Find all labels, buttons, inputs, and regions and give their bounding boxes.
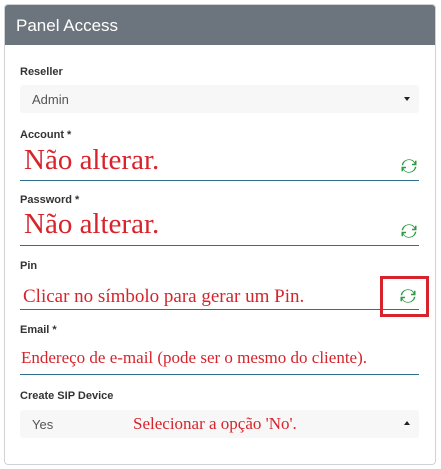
account-label: Account *: [20, 129, 72, 141]
account-field[interactable]: Não alterar.: [20, 141, 419, 181]
reseller-select[interactable]: Admin: [20, 85, 419, 113]
sip-value: Yes: [32, 417, 54, 432]
password-annotation: Não alterar.: [24, 208, 160, 240]
email-field[interactable]: Endereço de e-mail (pode ser o mesmo do …: [20, 341, 419, 375]
reseller-label: Reseller: [20, 66, 63, 78]
password-label: Password *: [20, 194, 80, 206]
reseller-value: Admin: [32, 92, 69, 107]
sip-select[interactable]: Yes Selecionar a opção 'No'.: [20, 410, 419, 438]
email-label: Email *: [20, 324, 57, 336]
sip-label: Create SIP Device: [20, 390, 114, 402]
account-annotation: Não alterar.: [24, 144, 160, 176]
refresh-icon[interactable]: [399, 287, 417, 305]
pin-field[interactable]: Clicar no símbolo para gerar um Pin.: [20, 277, 419, 310]
pin-label: Pin: [20, 260, 38, 272]
panel-title: Panel Access: [16, 16, 119, 35]
refresh-icon[interactable]: [400, 157, 418, 175]
chevron-up-icon: [404, 421, 410, 425]
pin-annotation: Clicar no símbolo para gerar um Pin.: [23, 286, 305, 307]
email-annotation: Endereço de e-mail (pode ser o mesmo do …: [21, 348, 368, 367]
chevron-down-icon: [404, 97, 410, 101]
sip-annotation: Selecionar a opção 'No'.: [133, 414, 297, 433]
refresh-icon[interactable]: [400, 222, 418, 240]
password-field[interactable]: Não alterar.: [20, 206, 419, 246]
panel-header: Panel Access: [5, 5, 435, 45]
panel-access: Panel Access Reseller Admin Account * Nã…: [4, 4, 436, 465]
